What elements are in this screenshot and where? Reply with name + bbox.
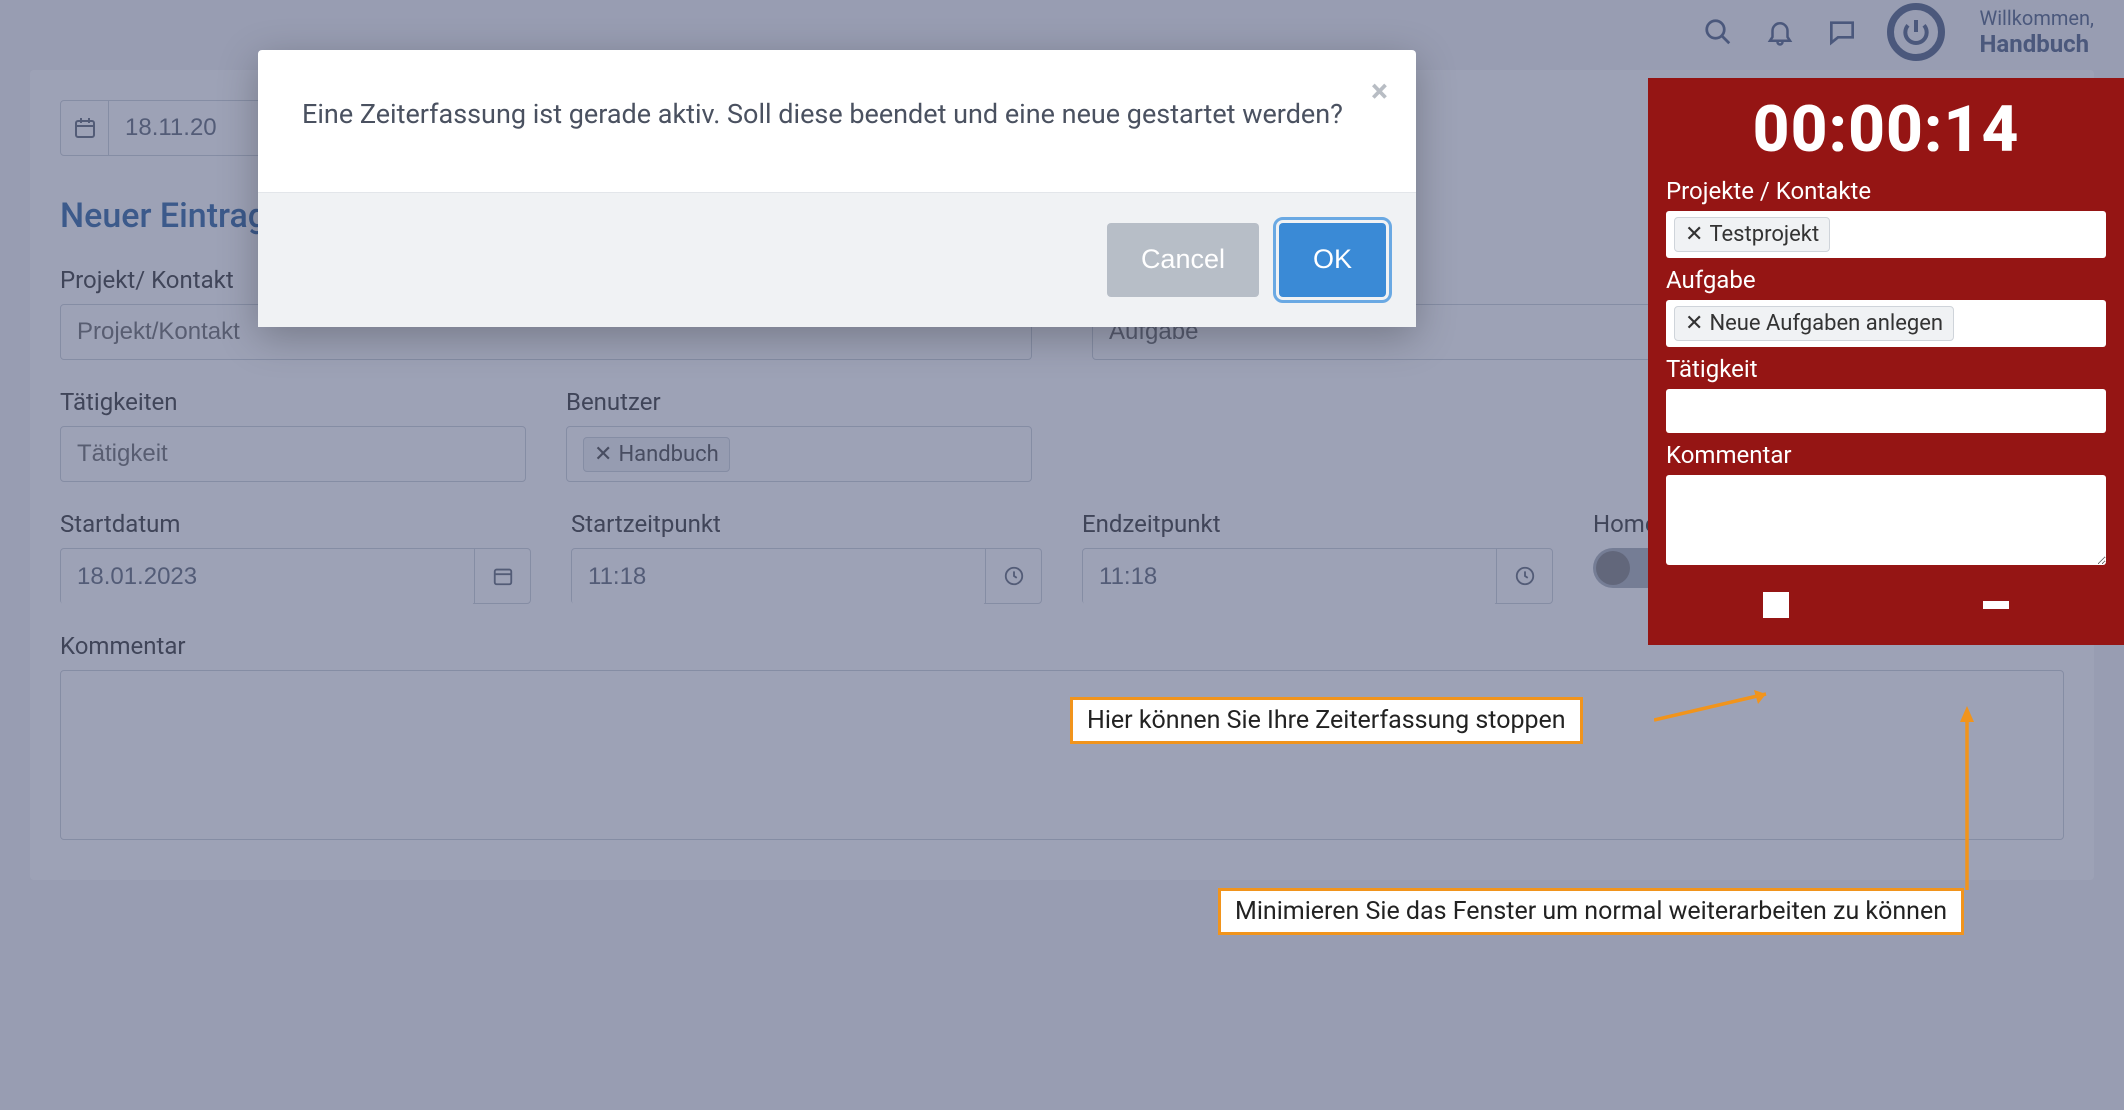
timer-taetigkeit-input[interactable] bbox=[1666, 389, 2106, 433]
timer-aufgabe-tag[interactable]: ✕ Neue Aufgaben anlegen bbox=[1674, 306, 1954, 341]
timer-projekte-field[interactable]: ✕ Testprojekt bbox=[1666, 211, 2106, 258]
calendar-icon[interactable] bbox=[474, 549, 530, 603]
timer-taetigkeit-label: Tätigkeit bbox=[1666, 355, 2106, 383]
close-icon[interactable]: × bbox=[1371, 72, 1388, 110]
calendar-icon bbox=[61, 101, 109, 155]
startdatum-label: Startdatum bbox=[60, 510, 531, 538]
search-icon[interactable] bbox=[1701, 15, 1735, 49]
callout-minimize: Minimieren Sie das Fenster um normal wei… bbox=[1218, 888, 1964, 935]
callout-stop: Hier können Sie Ihre Zeiterfassung stopp… bbox=[1070, 697, 1583, 744]
cancel-button[interactable]: Cancel bbox=[1107, 223, 1259, 297]
benutzer-tag[interactable]: ✕ Handbuch bbox=[583, 437, 730, 472]
welcome-text: Willkommen, Handbuch bbox=[1979, 6, 2094, 58]
close-icon[interactable]: ✕ bbox=[594, 442, 612, 467]
clock-icon[interactable] bbox=[1496, 549, 1552, 603]
dialog-message: Eine Zeiterfassung ist gerade aktiv. Sol… bbox=[258, 50, 1416, 192]
timer-clock: 00:00:14 bbox=[1666, 92, 2106, 167]
close-icon[interactable]: ✕ bbox=[1685, 311, 1703, 336]
bell-icon[interactable] bbox=[1763, 15, 1797, 49]
timer-aufgabe-label: Aufgabe bbox=[1666, 266, 2106, 294]
benutzer-tagbox[interactable]: ✕ Handbuch bbox=[566, 426, 1032, 482]
timer-kommentar-label: Kommentar bbox=[1666, 441, 2106, 469]
chat-icon[interactable] bbox=[1825, 15, 1859, 49]
taetigkeiten-input[interactable] bbox=[60, 426, 526, 482]
minimize-button[interactable] bbox=[1983, 601, 2009, 609]
endzeit-input[interactable] bbox=[1082, 548, 1553, 604]
timer-projekte-label: Projekte / Kontakte bbox=[1666, 177, 2106, 205]
clock-icon[interactable] bbox=[985, 549, 1041, 603]
timer-panel: 00:00:14 Projekte / Kontakte ✕ Testproje… bbox=[1648, 78, 2124, 645]
close-icon[interactable]: ✕ bbox=[1685, 222, 1703, 247]
timer-aufgabe-field[interactable]: ✕ Neue Aufgaben anlegen bbox=[1666, 300, 2106, 347]
confirm-dialog: × Eine Zeiterfassung ist gerade aktiv. S… bbox=[258, 50, 1416, 327]
startdatum-input[interactable] bbox=[60, 548, 531, 604]
startzeit-input[interactable] bbox=[571, 548, 1042, 604]
power-icon[interactable] bbox=[1887, 3, 1945, 61]
startzeit-label: Startzeitpunkt bbox=[571, 510, 1042, 538]
taetigkeiten-label: Tätigkeiten bbox=[60, 388, 526, 416]
timer-kommentar-textarea[interactable] bbox=[1666, 475, 2106, 565]
timer-projekte-tag[interactable]: ✕ Testprojekt bbox=[1674, 217, 1830, 252]
ok-button[interactable]: OK bbox=[1279, 223, 1386, 297]
endzeit-label: Endzeitpunkt bbox=[1082, 510, 1553, 538]
stop-button[interactable] bbox=[1763, 592, 1789, 618]
benutzer-label: Benutzer bbox=[566, 388, 1032, 416]
